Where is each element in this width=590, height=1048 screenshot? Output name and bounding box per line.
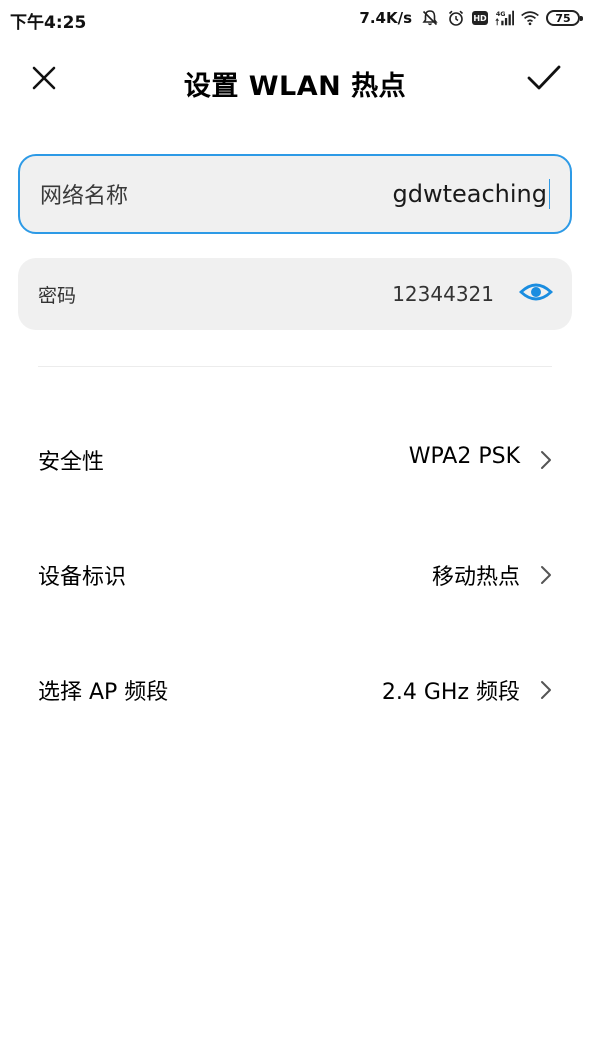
password-input[interactable]: 12344321 (392, 282, 494, 306)
hd-icon: HD (472, 11, 488, 25)
cellular-signal-icon: 4G (494, 8, 514, 28)
chevron-right-icon (538, 448, 554, 472)
chevron-right-icon (538, 678, 554, 702)
password-field[interactable]: 密码 12344321 (18, 258, 572, 330)
network-name-field[interactable]: 网络名称 gdwteaching (18, 154, 572, 234)
status-time: 下午4:25 (10, 13, 87, 33)
chevron-right-icon (538, 563, 554, 587)
header: 设置 WLAN 热点 (0, 50, 590, 110)
status-bar: 下午4:25 7.4K/s HD 4G 75 (0, 0, 590, 36)
network-speed: 7.4K/s (359, 9, 412, 27)
svg-text:4G: 4G (496, 11, 506, 18)
security-row[interactable]: 安全性 WPA2 PSK (0, 418, 590, 498)
ap-band-value: 2.4 GHz 频段 (381, 680, 520, 705)
battery-icon: 75 (546, 10, 583, 26)
device-id-label: 设备标识 (38, 565, 127, 590)
divider (38, 366, 552, 367)
ap-band-row[interactable]: 选择 AP 频段 2.4 GHz 频段 (0, 648, 590, 728)
password-label: 密码 (38, 284, 77, 307)
device-id-row[interactable]: 设备标识 移动热点 (0, 533, 590, 613)
network-name-input[interactable]: gdwteaching (393, 179, 550, 209)
network-name-label: 网络名称 (40, 184, 129, 209)
security-value: WPA2 PSK (408, 444, 520, 469)
eye-icon (518, 281, 554, 307)
check-icon (527, 64, 561, 96)
ap-band-label: 选择 AP 频段 (38, 680, 169, 705)
wifi-icon (520, 8, 540, 28)
device-id-value: 移动热点 (431, 565, 520, 590)
status-icons: 7.4K/s HD 4G 75 (359, 6, 583, 30)
confirm-button[interactable] (524, 62, 564, 98)
security-label: 安全性 (38, 450, 105, 475)
alarm-icon (446, 8, 466, 28)
mute-icon (420, 8, 440, 28)
show-password-button[interactable] (518, 280, 554, 308)
page-title: 设置 WLAN 热点 (183, 71, 407, 102)
